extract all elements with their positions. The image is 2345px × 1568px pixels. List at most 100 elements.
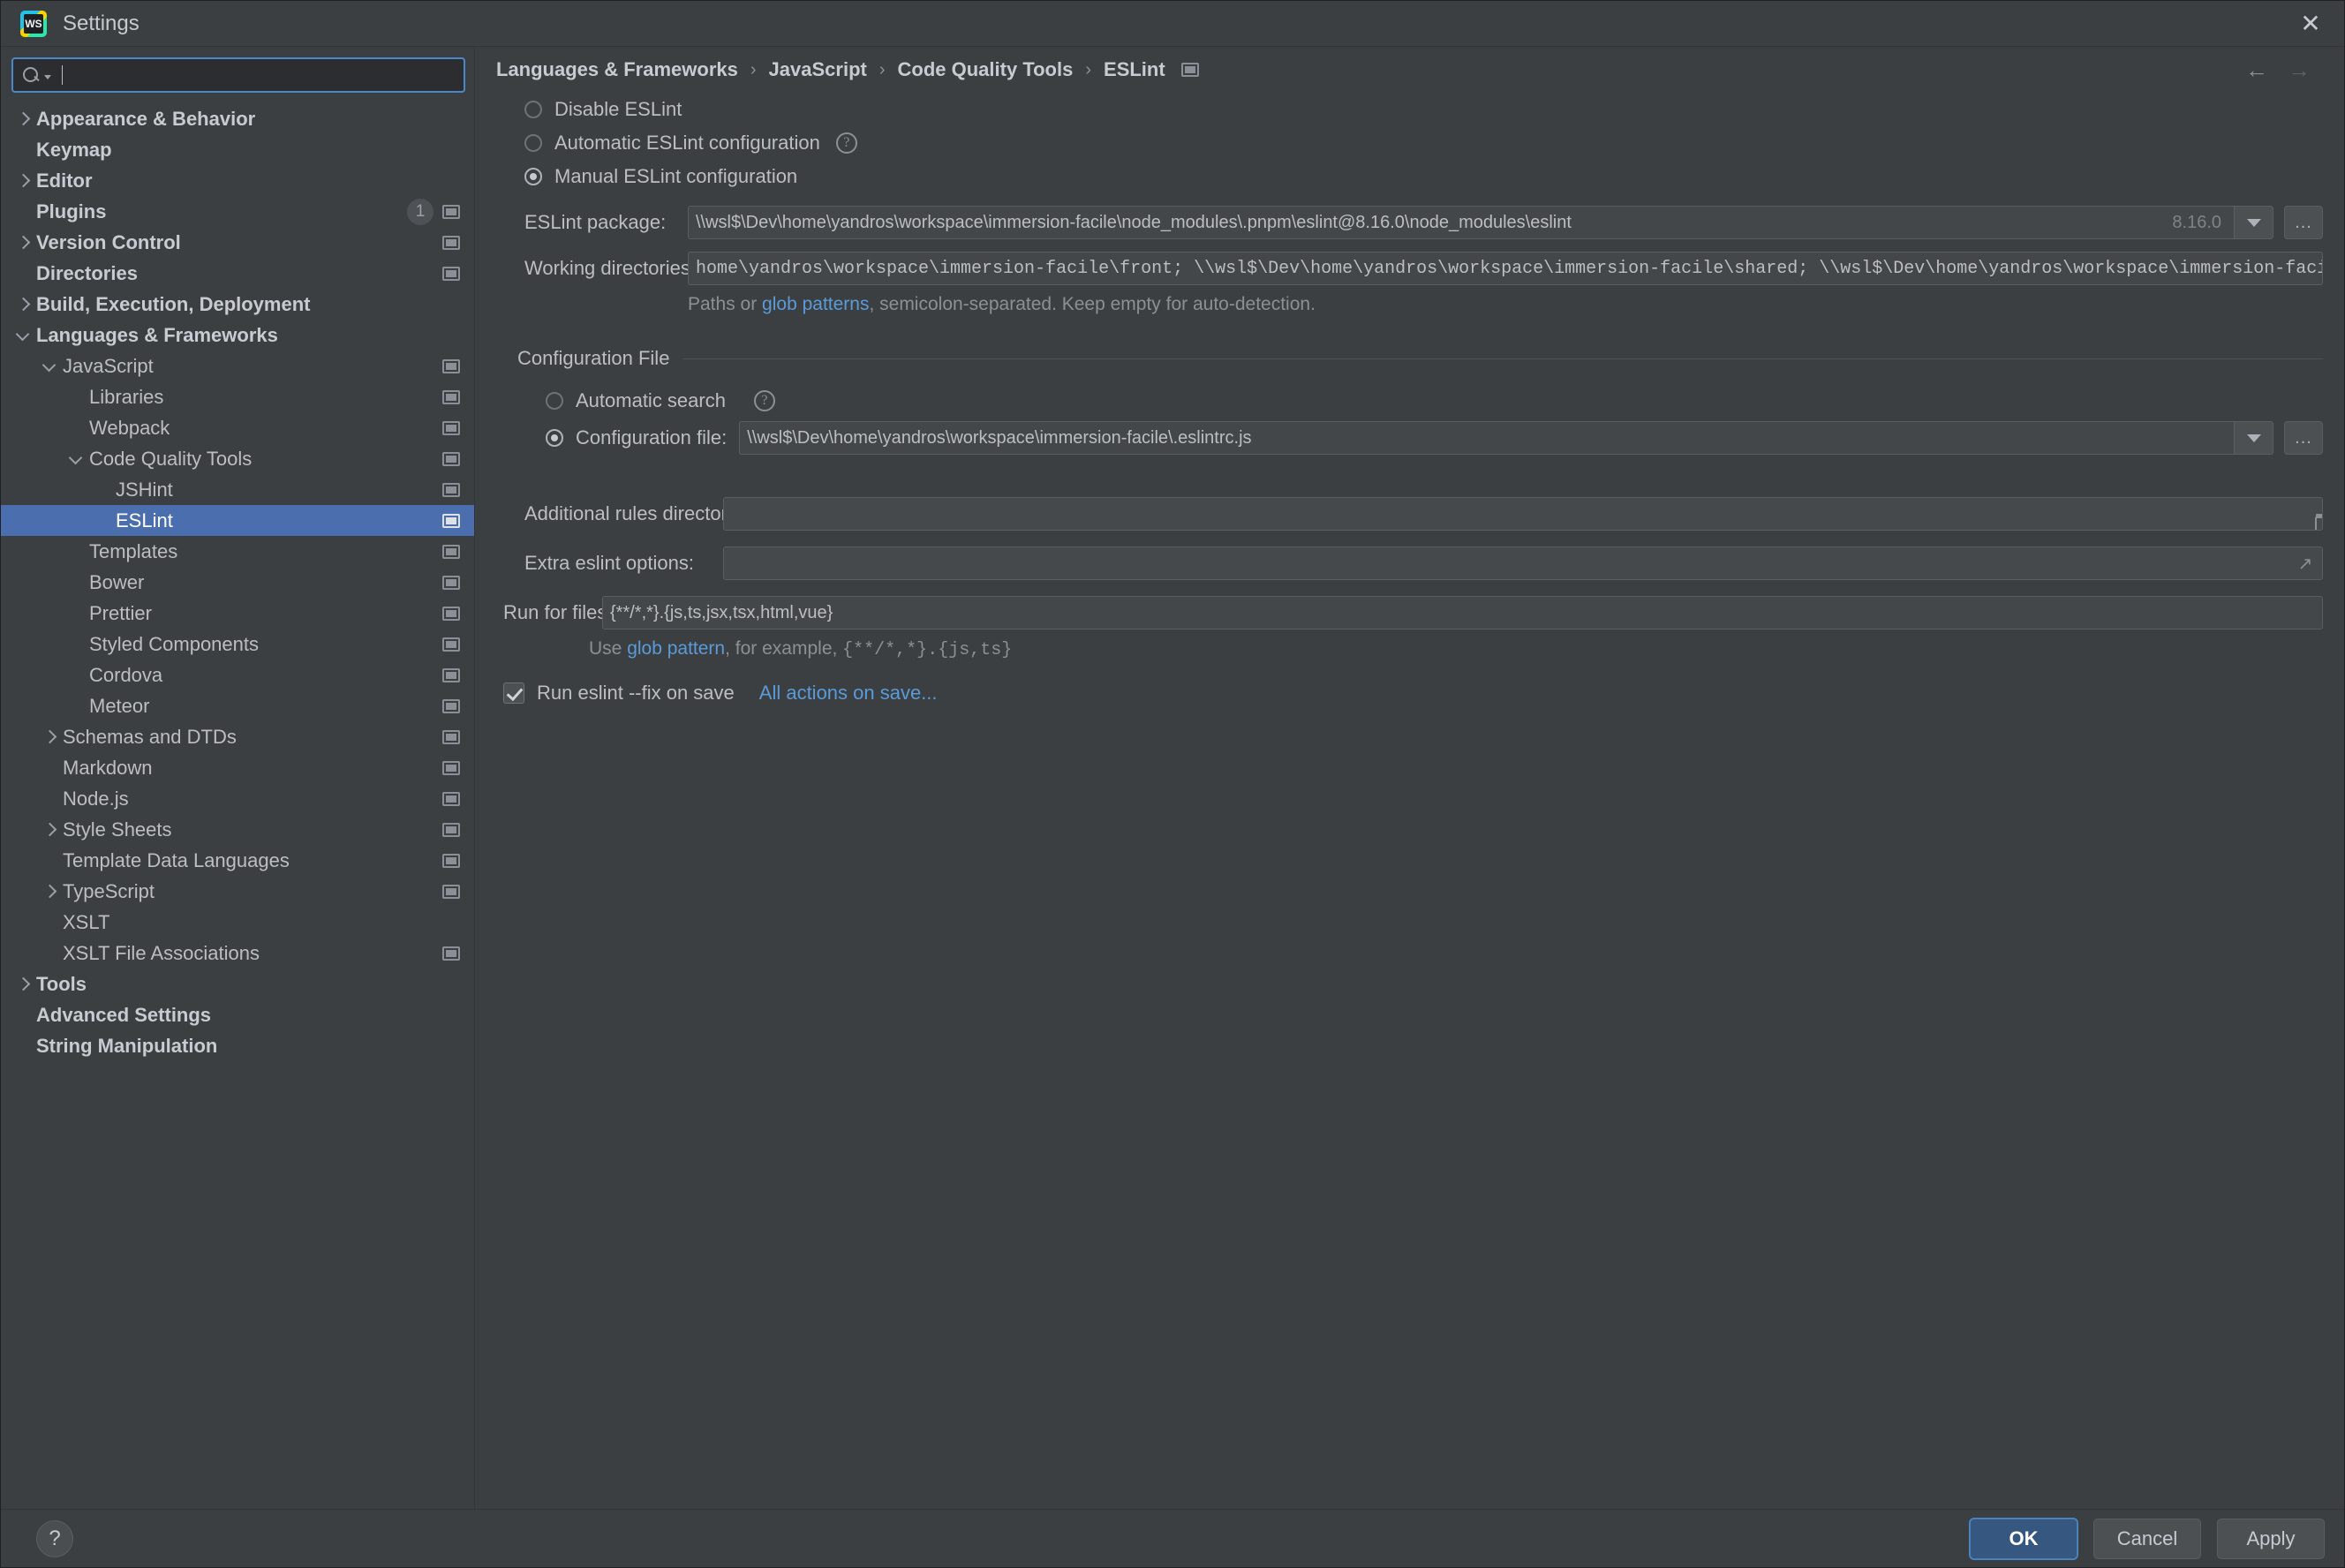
radio-button[interactable]	[524, 168, 542, 185]
working-directories-value: home\yandros\workspace\immersion-facile\…	[696, 259, 2323, 279]
sidebar-item-label: Webpack	[89, 417, 170, 440]
configuration-file-browse-button[interactable]: ...	[2284, 421, 2323, 455]
sidebar-item-advanced-settings[interactable]: Advanced Settings	[1, 999, 474, 1030]
forward-arrow-icon[interactable]: →	[2288, 58, 2311, 81]
sidebar-item-tools[interactable]: Tools	[1, 969, 474, 999]
sidebar-item-string-manipulation[interactable]: String Manipulation	[1, 1030, 474, 1061]
configuration-file-input[interactable]: \\wsl$\Dev\home\yandros\workspace\immers…	[739, 421, 2235, 455]
cancel-button[interactable]: Cancel	[2093, 1519, 2201, 1559]
eslint-package-dropdown-icon[interactable]	[2235, 206, 2273, 239]
sidebar-item-styled-components[interactable]: Styled Components	[1, 629, 474, 660]
run-eslint-fix-on-save-checkbox[interactable]	[503, 682, 524, 704]
radio-button[interactable]	[546, 429, 563, 447]
help-button[interactable]: ?	[36, 1520, 73, 1557]
chevron-right-icon[interactable]	[13, 295, 33, 314]
radio-button[interactable]	[524, 134, 542, 152]
sidebar-item-label: Tools	[36, 973, 87, 996]
sidebar-item-xslt[interactable]: XSLT	[1, 907, 474, 938]
breadcrumb-item-1[interactable]: JavaScript	[769, 58, 867, 81]
sidebar-item-webpack[interactable]: Webpack	[1, 412, 474, 443]
sidebar-item-label: XSLT File Associations	[63, 942, 260, 965]
settings-modified-icon	[442, 637, 460, 652]
sidebar-item-plugins[interactable]: Plugins1	[1, 196, 474, 227]
close-icon[interactable]: ✕	[2284, 1, 2337, 47]
sidebar-item-build-execution-deployment[interactable]: Build, Execution, Deployment	[1, 289, 474, 320]
breadcrumb-item-2[interactable]: Code Quality Tools	[898, 58, 1074, 81]
chevron-right-icon[interactable]	[13, 171, 33, 191]
sidebar-item-javascript[interactable]: JavaScript	[1, 351, 474, 381]
sidebar-item-label: Keymap	[36, 139, 112, 162]
chevron-down-icon[interactable]	[40, 357, 59, 376]
sidebar-item-eslint[interactable]: ESLint	[1, 505, 474, 536]
sidebar-item-version-control[interactable]: Version Control	[1, 227, 474, 258]
radio-manual-eslint-configuration[interactable]: Manual ESLint configuration	[524, 160, 2323, 193]
group-divider	[683, 358, 2323, 359]
radio-configuration-file[interactable]: Configuration file: \\wsl$\Dev\home\yand…	[546, 419, 2323, 456]
search-box[interactable]	[11, 57, 465, 93]
settings-modified-icon	[442, 854, 460, 868]
radio-button[interactable]	[524, 101, 542, 118]
glob-pattern-link[interactable]: glob pattern	[627, 638, 725, 659]
chevron-right-icon[interactable]	[40, 882, 59, 901]
radio-disable-eslint[interactable]: Disable ESLint	[524, 93, 2323, 126]
chevron-right-icon[interactable]	[13, 109, 33, 129]
glob-patterns-link[interactable]: glob patterns	[762, 294, 869, 314]
ok-button[interactable]: OK	[1970, 1519, 2077, 1559]
radio-automatic-search[interactable]: Automatic search ?	[546, 382, 2323, 419]
chevron-right-icon[interactable]	[40, 820, 59, 840]
eslint-package-browse-button[interactable]: ...	[2284, 206, 2323, 239]
sidebar-item-schemas-and-dtds[interactable]: Schemas and DTDs	[1, 721, 474, 752]
radio-automatic-eslint-configuration[interactable]: Automatic ESLint configuration ?	[524, 126, 2323, 160]
sidebar-item-meteor[interactable]: Meteor	[1, 690, 474, 721]
radio-button[interactable]	[546, 392, 563, 410]
sidebar-item-label: Code Quality Tools	[89, 448, 252, 471]
chevron-down-icon[interactable]	[44, 75, 51, 79]
sidebar-item-keymap[interactable]: Keymap	[1, 134, 474, 165]
sidebar-item-node-js[interactable]: Node.js	[1, 783, 474, 814]
sidebar-item-label: Template Data Languages	[63, 849, 290, 872]
working-directories-input[interactable]: home\yandros\workspace\immersion-facile\…	[688, 252, 2323, 285]
sidebar-item-jshint[interactable]: JSHint	[1, 474, 474, 505]
back-arrow-icon[interactable]: ←	[2245, 58, 2268, 81]
run-for-files-input[interactable]: {**/*,*}.{js,ts,jsx,tsx,html,vue}	[602, 596, 2323, 629]
extra-eslint-options-input[interactable]: ↗	[723, 547, 2323, 580]
sidebar-item-templates[interactable]: Templates	[1, 536, 474, 567]
sidebar-item-markdown[interactable]: Markdown	[1, 752, 474, 783]
sidebar-item-appearance-behavior[interactable]: Appearance & Behavior	[1, 103, 474, 134]
additional-rules-directory-input[interactable]	[723, 497, 2323, 531]
sidebar-item-cordova[interactable]: Cordova	[1, 660, 474, 690]
tree-spacer	[40, 758, 59, 778]
chevron-right-icon[interactable]	[13, 233, 33, 253]
sidebar-item-xslt-file-associations[interactable]: XSLT File Associations	[1, 938, 474, 969]
sidebar-item-label: Templates	[89, 540, 177, 563]
help-icon[interactable]: ?	[836, 132, 857, 154]
sidebar-item-bower[interactable]: Bower	[1, 567, 474, 598]
breadcrumb-item-0[interactable]: Languages & Frameworks	[496, 58, 738, 81]
sidebar-item-editor[interactable]: Editor	[1, 165, 474, 196]
sidebar-item-libraries[interactable]: Libraries	[1, 381, 474, 412]
chevron-right-icon[interactable]	[13, 975, 33, 994]
all-actions-on-save-link[interactable]: All actions on save...	[759, 682, 938, 705]
sidebar-item-typescript[interactable]: TypeScript	[1, 876, 474, 907]
configuration-file-dropdown-icon[interactable]	[2235, 421, 2273, 455]
help-icon[interactable]: ?	[754, 390, 775, 411]
eslint-package-input[interactable]: \\wsl$\Dev\home\yandros\workspace\immers…	[688, 206, 2235, 239]
sidebar-item-label: Plugins	[36, 200, 106, 223]
settings-modified-icon	[442, 885, 460, 899]
sidebar-item-code-quality-tools[interactable]: Code Quality Tools	[1, 443, 474, 474]
search-input[interactable]	[63, 64, 455, 86]
sidebar-item-prettier[interactable]: Prettier	[1, 598, 474, 629]
apply-button[interactable]: Apply	[2217, 1519, 2325, 1559]
sidebar-item-style-sheets[interactable]: Style Sheets	[1, 814, 474, 845]
breadcrumb-item-3[interactable]: ESLint	[1104, 58, 1165, 81]
chevron-down-icon[interactable]	[13, 326, 33, 345]
settings-content: Languages & Frameworks › JavaScript › Co…	[475, 47, 2344, 1509]
sidebar-item-languages-frameworks[interactable]: Languages & Frameworks	[1, 320, 474, 351]
chevron-right-icon[interactable]	[40, 727, 59, 747]
run-for-files-value: {**/*,*}.{js,ts,jsx,tsx,html,vue}	[610, 603, 833, 623]
sidebar-item-template-data-languages[interactable]: Template Data Languages	[1, 845, 474, 876]
expand-icon[interactable]: ↗	[2296, 554, 2315, 573]
sidebar-item-directories[interactable]: Directories	[1, 258, 474, 289]
chevron-down-icon[interactable]	[66, 449, 86, 469]
working-directories-row: Working directories: home\yandros\worksp…	[496, 252, 2323, 285]
